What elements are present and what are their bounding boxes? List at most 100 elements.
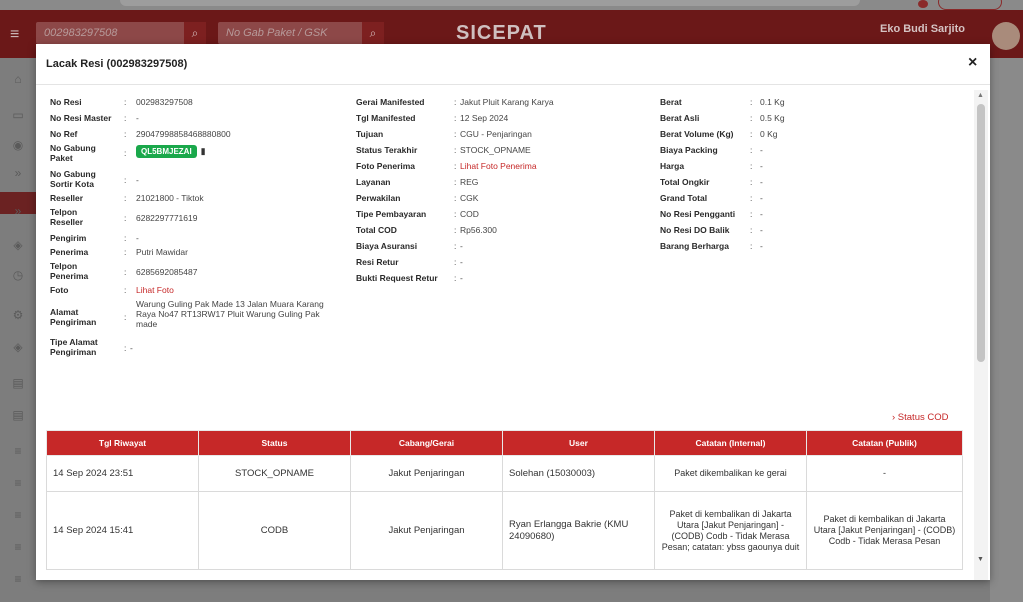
user-name[interactable]: Eko Budi Sarjito <box>880 23 965 35</box>
close-icon[interactable]: × <box>968 54 977 72</box>
detail-row: Tipe Pembayaran : COD <box>356 209 479 219</box>
lihat-foto-penerima-link[interactable]: Lihat Foto Penerima <box>460 161 537 171</box>
detail-key: No Resi DO Balik <box>660 225 730 235</box>
modal-scrollbar[interactable]: ▲ ▼ <box>974 90 988 580</box>
detail-row: No Resi DO Balik : - <box>660 225 763 235</box>
detail-key: No Gabung Sortir Kota <box>50 169 96 189</box>
search-icon: ⌕ <box>369 26 377 40</box>
detail-key: Grand Total <box>660 193 708 203</box>
scroll-up-icon[interactable]: ▲ <box>977 92 984 99</box>
search-icon: ⌕ <box>191 26 199 40</box>
table-row: 14 Sep 2024 15:41 CODB Jakut Penjaringan… <box>46 491 963 570</box>
detail-row: Reseller : 21021800 - Tiktok <box>50 193 204 203</box>
truck-icon[interactable]: ▭ <box>9 108 27 122</box>
table-header-row: Tgl Riwayat Status Cabang/Gerai User Cat… <box>46 430 963 456</box>
detail-key: Berat Asli <box>660 113 700 123</box>
hamburger-menu-icon[interactable]: ≡ <box>10 26 19 44</box>
detail-key: Telpon Penerima <box>50 261 89 281</box>
detail-row: Grand Total : - <box>660 193 763 203</box>
detail-value: CGK <box>460 193 479 203</box>
column-header: User <box>502 430 655 456</box>
search-resi-button[interactable]: ⌕ <box>184 22 206 44</box>
detail-value: - <box>760 161 763 171</box>
public-note-cell: - <box>806 455 963 492</box>
search-gabung-button[interactable]: ⌕ <box>362 22 384 44</box>
detail-key: Berat Volume (Kg) <box>660 129 734 139</box>
lihat-foto-link[interactable]: Lihat Foto <box>136 285 174 295</box>
avatar[interactable] <box>992 22 1020 50</box>
scroll-down-icon[interactable]: ▼ <box>977 556 984 563</box>
detail-value: Warung Guling Pak Made 13 Jalan Muara Ka… <box>136 299 324 329</box>
search-gabung-input[interactable]: No Gab Paket / GSK <box>218 22 364 44</box>
detail-row: Tujuan : CGU - Penjaringan <box>356 129 532 139</box>
box-icon[interactable]: ◈ <box>9 340 27 354</box>
detail-row: No Gabung Paket : QL5BMJEZAI ▮ <box>50 143 206 163</box>
detail-key: Layanan <box>356 177 391 187</box>
detail-key: Bukti Request Retur <box>356 273 438 283</box>
detail-key: Resi Retur <box>356 257 399 267</box>
detail-value: REG <box>460 177 479 187</box>
box-icon[interactable]: ◈ <box>9 238 27 252</box>
detail-key: Harga <box>660 161 685 171</box>
tgl-cell: 14 Sep 2024 23:51 <box>46 455 199 492</box>
list-icon[interactable]: ≡ <box>9 572 27 586</box>
detail-value: - <box>136 233 139 243</box>
status-cod-link[interactable]: › Status COD <box>892 412 949 423</box>
detail-value: Putri Mawidar <box>136 247 188 257</box>
detail-key: No Resi Pengganti <box>660 209 736 219</box>
home-icon[interactable]: ⌂ <box>9 72 27 86</box>
settings-icon[interactable]: ⚙ <box>9 308 27 322</box>
detail-value: - <box>760 145 763 155</box>
printer-icon[interactable]: ▤ <box>9 376 27 390</box>
detail-key: Total Ongkir <box>660 177 710 187</box>
detail-column-1: No Resi : 002983297508 No Resi Master : … <box>50 97 350 357</box>
column-header: Cabang/Gerai <box>350 430 503 456</box>
background-content-bottom <box>36 582 990 602</box>
detail-value: - <box>130 343 133 353</box>
detail-key: Perwakilan <box>356 193 401 203</box>
detail-row: Alamat Pengiriman : Warung Guling Pak Ma… <box>50 299 350 335</box>
detail-key: No Ref <box>50 129 78 139</box>
gabung-badge[interactable]: QL5BMJEZAI <box>136 145 197 158</box>
clock-icon[interactable]: ◷ <box>9 268 27 282</box>
detail-row: Gerai Manifested : Jakut Pluit Karang Ka… <box>356 97 554 107</box>
detail-key: Biaya Asuransi <box>356 241 418 251</box>
list-icon[interactable]: ≡ <box>9 508 27 522</box>
detail-row: Penerima : Putri Mawidar <box>50 247 188 257</box>
printer-icon[interactable]: ▤ <box>9 408 27 422</box>
scrollbar-thumb[interactable] <box>977 104 985 362</box>
detail-key: Biaya Packing <box>660 145 718 155</box>
list-icon[interactable]: ≡ <box>9 476 27 490</box>
detail-value: - <box>136 113 139 123</box>
top-right-button[interactable] <box>938 0 1002 10</box>
detail-row: No Ref : 29047998858468880800 <box>50 129 231 139</box>
detail-key: No Resi Master <box>50 113 112 123</box>
browser-top-strip <box>0 0 1023 10</box>
copy-icon[interactable]: ▮ <box>201 146 206 156</box>
detail-key: Foto <box>50 285 69 295</box>
modal-title: Lacak Resi (002983297508) <box>46 58 188 70</box>
detail-value: 12 Sep 2024 <box>460 113 509 123</box>
search-resi-input[interactable]: 002983297508 <box>36 22 186 44</box>
chevron-icon[interactable]: » <box>9 166 27 180</box>
list-icon[interactable]: ≡ <box>9 540 27 554</box>
detail-value: - <box>136 175 139 185</box>
public-note-cell: Paket di kembalikan di Jakarta Utara [Ja… <box>806 491 963 570</box>
chevron-icon[interactable]: » <box>9 204 27 218</box>
detail-row: No Resi : 002983297508 <box>50 97 193 107</box>
detail-row: Harga : - <box>660 161 763 171</box>
table-row: 14 Sep 2024 23:51 STOCK_OPNAME Jakut Pen… <box>46 455 963 492</box>
tgl-cell: 14 Sep 2024 15:41 <box>46 491 199 570</box>
modal-body: No Resi : 002983297508 No Resi Master : … <box>36 85 990 580</box>
detail-value: - <box>760 225 763 235</box>
list-icon[interactable]: ≡ <box>9 444 27 458</box>
detail-value: 29047998858468880800 <box>136 129 231 139</box>
detail-value: 6282297771619 <box>136 213 198 223</box>
detail-key: Berat <box>660 97 682 107</box>
sidebar: ⌂ ▭ ◉ » » ◈ ◷ ⚙ ◈ ▤ ▤ ≡ ≡ ≡ ≡ ≡ <box>0 58 36 602</box>
detail-row: Total COD : Rp56.300 <box>356 225 497 235</box>
location-icon[interactable]: ◉ <box>9 138 27 152</box>
detail-key: Penerima <box>50 247 89 257</box>
detail-key: Gerai Manifested <box>356 97 425 107</box>
detail-key: Tujuan <box>356 129 384 139</box>
